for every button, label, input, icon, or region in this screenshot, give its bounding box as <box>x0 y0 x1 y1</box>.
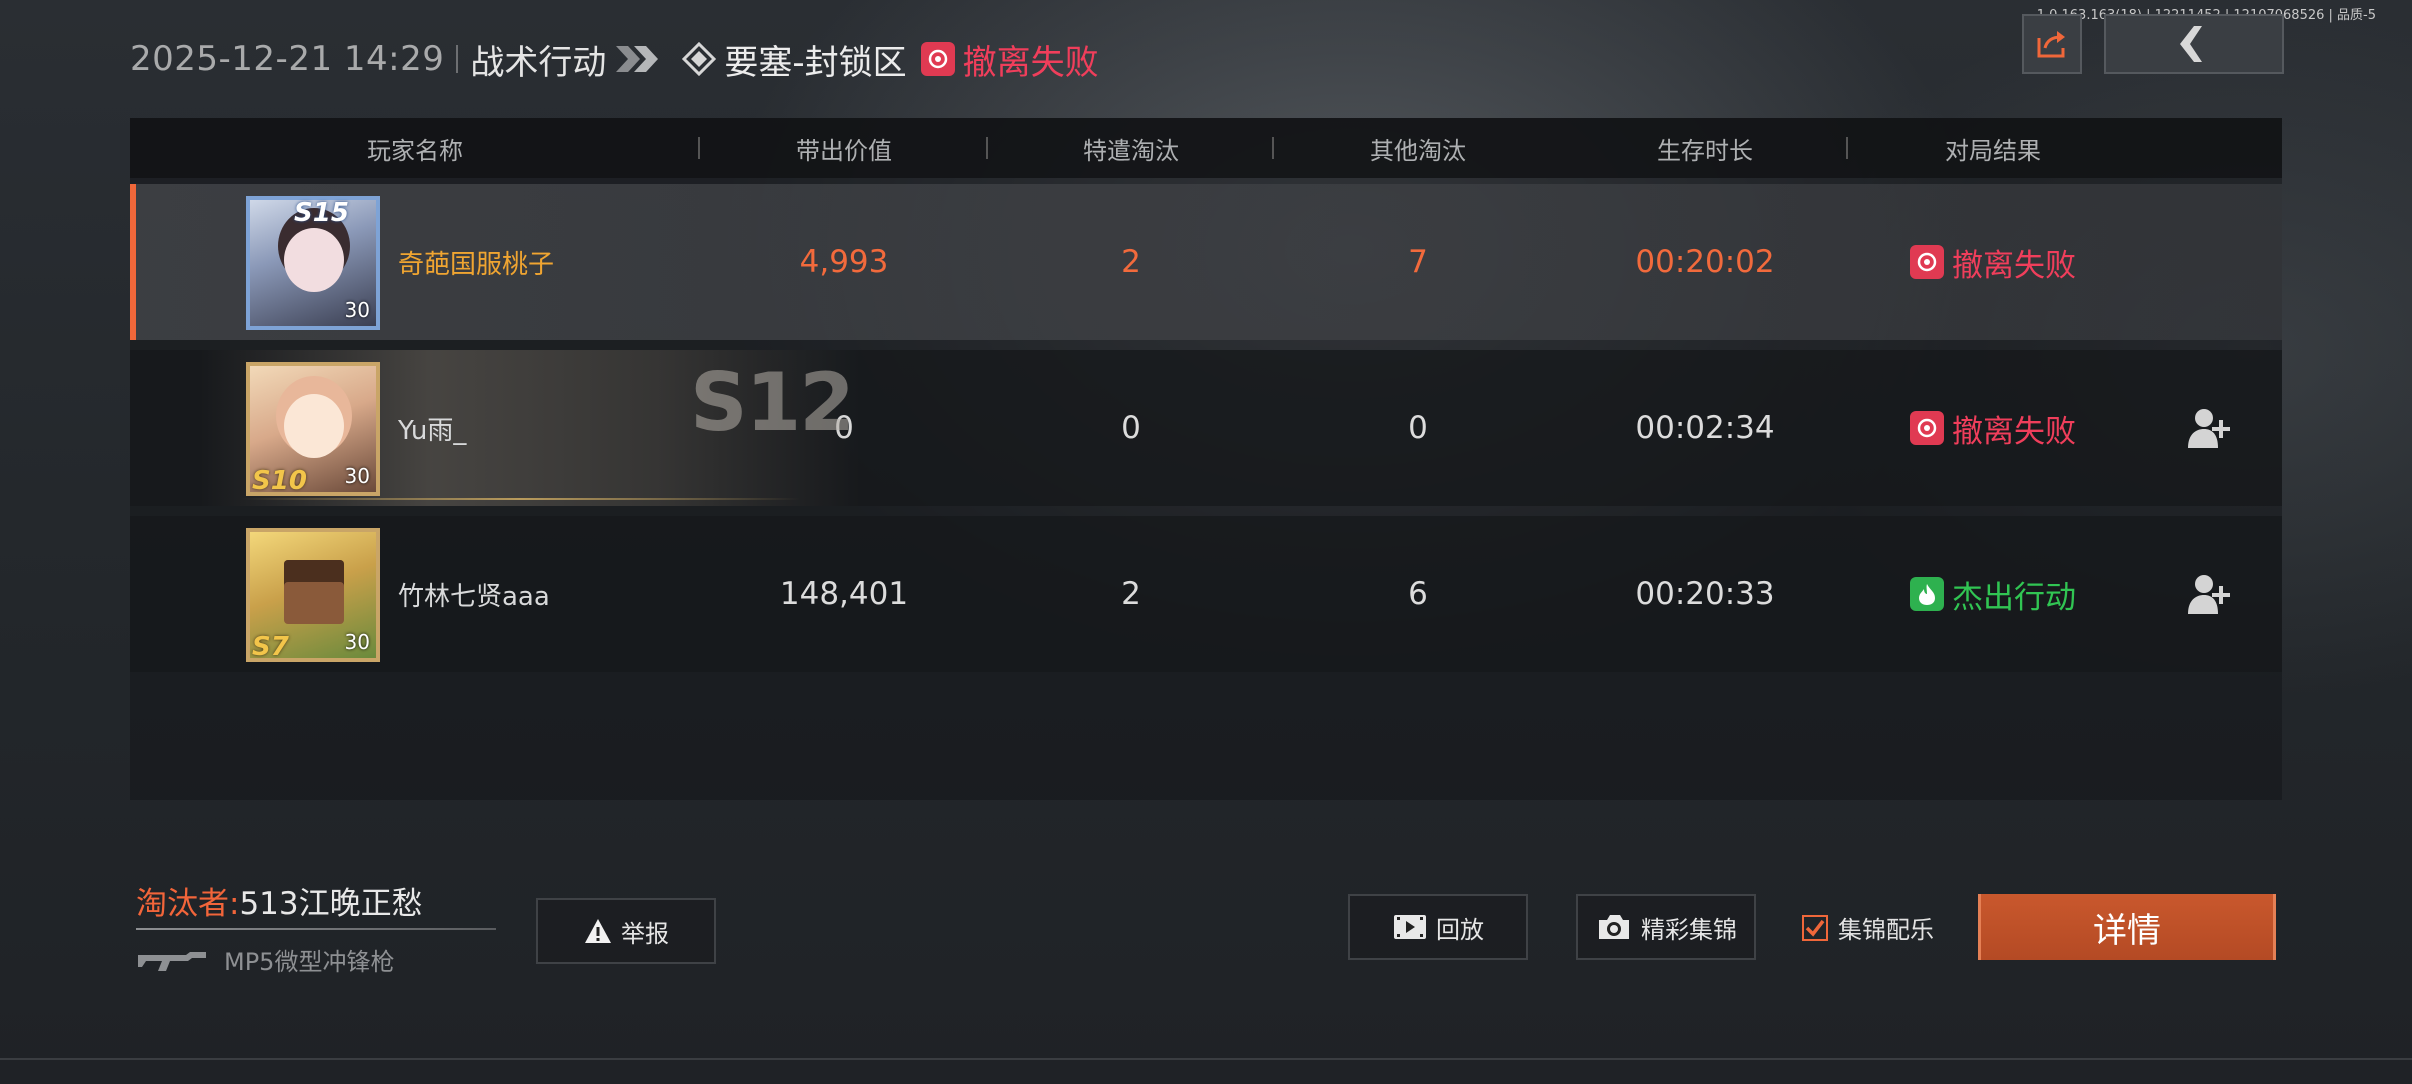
scoreboard-table: 玩家名称 带出价值 特遣淘汰 其他淘汰 生存时长 对局结果 S15 30 奇葩国… <box>130 118 2282 800</box>
replay-button[interactable]: 回放 <box>1348 894 1528 960</box>
back-arrow-icon <box>2180 26 2202 62</box>
double-chevron-icon <box>614 44 662 74</box>
killer-weapon: MP5微型冲锋枪 <box>136 942 394 977</box>
extract-value: 148,401 <box>779 576 909 612</box>
highlight-music-toggle[interactable]: 集锦配乐 <box>1802 910 1934 945</box>
warning-icon <box>585 919 611 943</box>
header-match-result: 对局结果 <box>1945 136 2041 165</box>
music-checkbox[interactable] <box>1802 914 1828 941</box>
header-player-name: 玩家名称 <box>130 131 700 166</box>
avatar[interactable]: S10 30 <box>246 362 380 496</box>
other-kills: 6 <box>1408 576 1428 612</box>
map-name: 要塞-封锁区 <box>724 42 907 83</box>
weapon-name: MP5微型冲锋枪 <box>224 948 395 976</box>
share-button[interactable] <box>2022 14 2082 74</box>
avatar[interactable]: S15 30 <box>246 196 380 330</box>
details-button[interactable]: 详情 <box>1978 894 2276 960</box>
add-friend-button[interactable] <box>2138 406 2282 450</box>
fail-icon <box>1910 245 1944 279</box>
player-level: 30 <box>344 630 370 654</box>
checkmark-icon <box>1805 919 1825 937</box>
player-level: 30 <box>344 298 370 322</box>
fail-icon <box>1910 411 1944 445</box>
replay-film-icon <box>1394 915 1426 939</box>
survival-time: 00:20:02 <box>1635 244 1775 280</box>
table-row[interactable]: S12 S10 30 Yu雨_ 0 0 0 00:02:34 撤离失败 <box>130 350 2282 506</box>
smg-icon <box>138 951 206 971</box>
ops-kills: 2 <box>1121 244 1141 280</box>
result-badge: 杰出行动 <box>1848 572 2138 617</box>
banner-season-text: S12 <box>690 356 855 449</box>
back-button[interactable] <box>2104 14 2284 74</box>
result-text: 杰出行动 <box>1952 579 2076 616</box>
table-row[interactable]: S7 30 竹林七贤aaa 148,401 2 6 00:20:33 杰出行动 <box>130 516 2282 672</box>
result-badge: 撤离失败 <box>1848 406 2138 451</box>
result-text: 撤离失败 <box>1952 413 2076 450</box>
season-badge: S15 <box>294 198 349 228</box>
ops-kills: 2 <box>1121 576 1141 612</box>
player-name: Yu雨_ <box>398 415 467 446</box>
ops-kills: 0 <box>1121 410 1141 446</box>
result-text: 撤离失败 <box>1952 247 2076 284</box>
add-friend-button[interactable] <box>2138 572 2282 616</box>
eliminated-by: 淘汰者:513江晚正愁 <box>136 878 423 923</box>
add-friend-icon <box>2188 575 2230 614</box>
camera-icon <box>1599 915 1629 939</box>
music-label: 集锦配乐 <box>1838 916 1934 944</box>
header-ops-kills: 特遣淘汰 <box>988 131 1274 166</box>
share-icon <box>2037 31 2065 58</box>
killer-name: 513江晚正愁 <box>239 886 423 922</box>
highlights-button[interactable]: 精彩集锦 <box>1576 894 1756 960</box>
footer-divider <box>0 1058 2412 1060</box>
season-badge: S10 <box>252 466 307 496</box>
match-result: 撤离失败 <box>962 42 1099 83</box>
table-row[interactable]: S15 30 奇葩国服桃子 4,993 2 7 00:20:02 撤离失败 <box>130 184 2282 340</box>
other-kills: 0 <box>1408 410 1428 446</box>
eliminated-by-label: 淘汰者: <box>136 886 240 922</box>
player-name: 奇葩国服桃子 <box>398 249 555 280</box>
report-button[interactable]: 举报 <box>536 898 716 964</box>
extract-value: 4,993 <box>799 244 889 280</box>
result-badge: 撤离失败 <box>1848 240 2138 285</box>
match-datetime: 2025-12-21 14:29 <box>130 39 445 79</box>
season-badge: S7 <box>252 632 289 662</box>
other-kills: 7 <box>1408 244 1428 280</box>
header-other-kills: 其他淘汰 <box>1370 136 1466 165</box>
fail-icon <box>920 42 955 76</box>
player-level: 30 <box>344 464 370 488</box>
avatar[interactable]: S7 30 <box>246 528 380 662</box>
killer-divider <box>136 928 496 930</box>
match-header: 2025-12-21 14:29 战术行动 要塞-封锁区 撤离失败 <box>130 36 1099 83</box>
header-survival-time: 生存时长 <box>1562 131 1848 166</box>
survival-time: 00:02:34 <box>1635 410 1775 446</box>
player-name: 竹林七贤aaa <box>398 581 550 612</box>
header-extract-value: 带出价值 <box>700 131 988 166</box>
game-mode: 战术行动 <box>470 42 607 83</box>
header-divider <box>456 45 459 73</box>
table-header: 玩家名称 带出价值 特遣淘汰 其他淘汰 生存时长 对局结果 <box>130 118 2282 178</box>
survival-time: 00:20:33 <box>1635 576 1775 612</box>
add-friend-icon <box>2188 409 2230 448</box>
flame-icon <box>1910 577 1944 611</box>
map-diamond-icon <box>682 42 717 76</box>
